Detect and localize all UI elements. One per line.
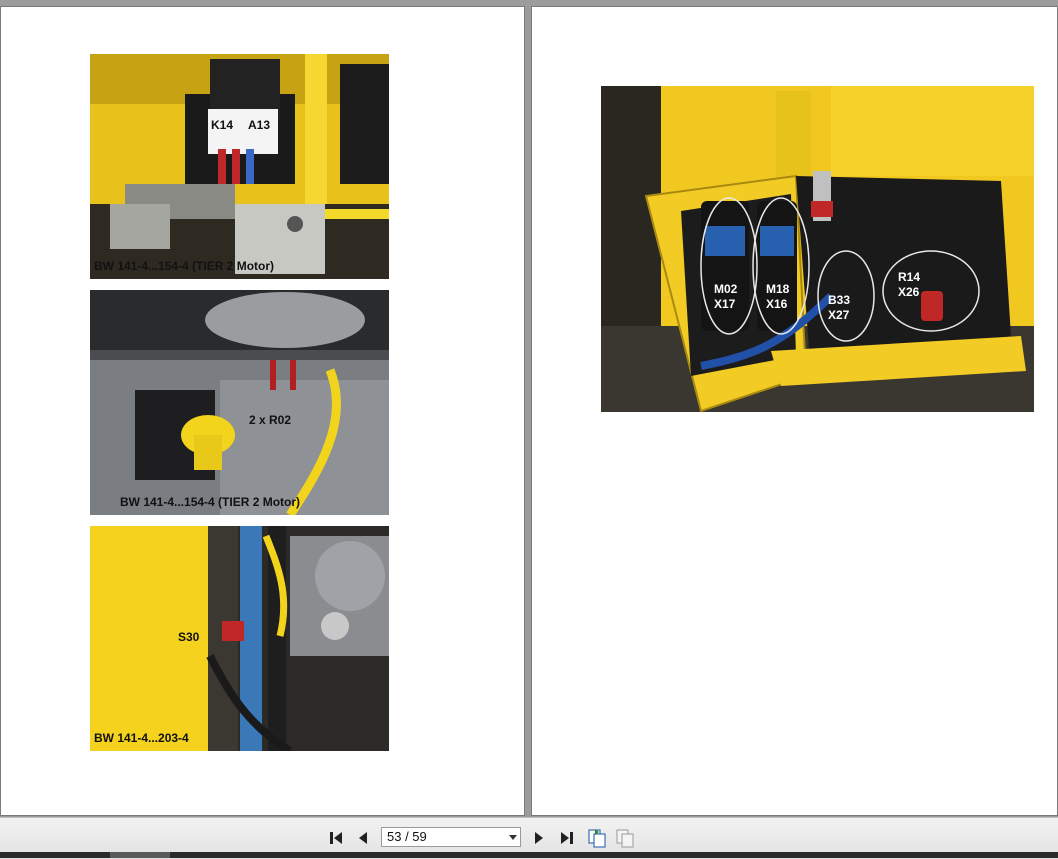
label-x27: X27 xyxy=(828,308,850,322)
photo-glow-plugs: 2 x R02 BW 141-4...154-4 (TIER 2 Motor) xyxy=(90,290,389,515)
photo-relay-module: K14 A13 BW 141-4...154-4 (TIER 2 Motor) xyxy=(90,54,389,279)
label-k14: K14 xyxy=(211,118,234,132)
photo-filter-box-image xyxy=(601,86,1034,412)
continuous-view-icon xyxy=(616,829,634,848)
left-page: K14 A13 BW 141-4...154-4 (TIER 2 Motor) … xyxy=(0,6,525,816)
first-page-icon xyxy=(330,832,342,844)
photo-filter-box: M02 X17 M18 X16 B33 X27 R14 X26 xyxy=(601,86,1034,412)
scrollbar-thumb[interactable] xyxy=(110,852,170,858)
previous-page-icon xyxy=(359,832,367,844)
photo-relay-module-image xyxy=(90,54,389,279)
fit-page-button[interactable] xyxy=(586,827,608,849)
photo-glow-plugs-image xyxy=(90,290,389,515)
photo1-caption: BW 141-4...154-4 (TIER 2 Motor) xyxy=(94,259,275,273)
label-x17: X17 xyxy=(714,297,736,311)
label-m18: M18 xyxy=(766,282,790,296)
last-page-icon xyxy=(561,832,573,844)
photo3-caption: BW 141-4...203-4 xyxy=(94,731,189,745)
next-page-icon xyxy=(535,832,543,844)
label-m02: M02 xyxy=(714,282,738,296)
right-page: M02 X17 M18 X16 B33 X27 R14 X26 xyxy=(531,6,1058,816)
label-x26: X26 xyxy=(898,285,920,299)
last-page-button[interactable] xyxy=(556,827,578,849)
fit-page-icon xyxy=(588,829,606,848)
photo-switch-s30: S30 BW 141-4...203-4 xyxy=(90,526,389,751)
photo-switch-s30-image xyxy=(90,526,389,751)
label-b33: B33 xyxy=(828,293,851,307)
continuous-view-button[interactable] xyxy=(614,827,636,849)
previous-page-button[interactable] xyxy=(352,827,374,849)
page-indicator: 53 / 59 xyxy=(387,829,427,844)
page-number-dropdown[interactable]: 53 / 59 xyxy=(381,827,521,847)
label-a13: A13 xyxy=(248,118,271,132)
label-2xr02: 2 x R02 xyxy=(249,413,292,427)
next-page-button[interactable] xyxy=(528,827,550,849)
label-x16: X16 xyxy=(766,297,788,311)
label-r14: R14 xyxy=(898,270,921,284)
label-s30: S30 xyxy=(178,630,200,644)
first-page-button[interactable] xyxy=(325,827,347,849)
chevron-down-icon xyxy=(509,835,517,840)
photo2-caption: BW 141-4...154-4 (TIER 2 Motor) xyxy=(120,495,301,509)
horizontal-scrollbar[interactable] xyxy=(0,852,1058,858)
